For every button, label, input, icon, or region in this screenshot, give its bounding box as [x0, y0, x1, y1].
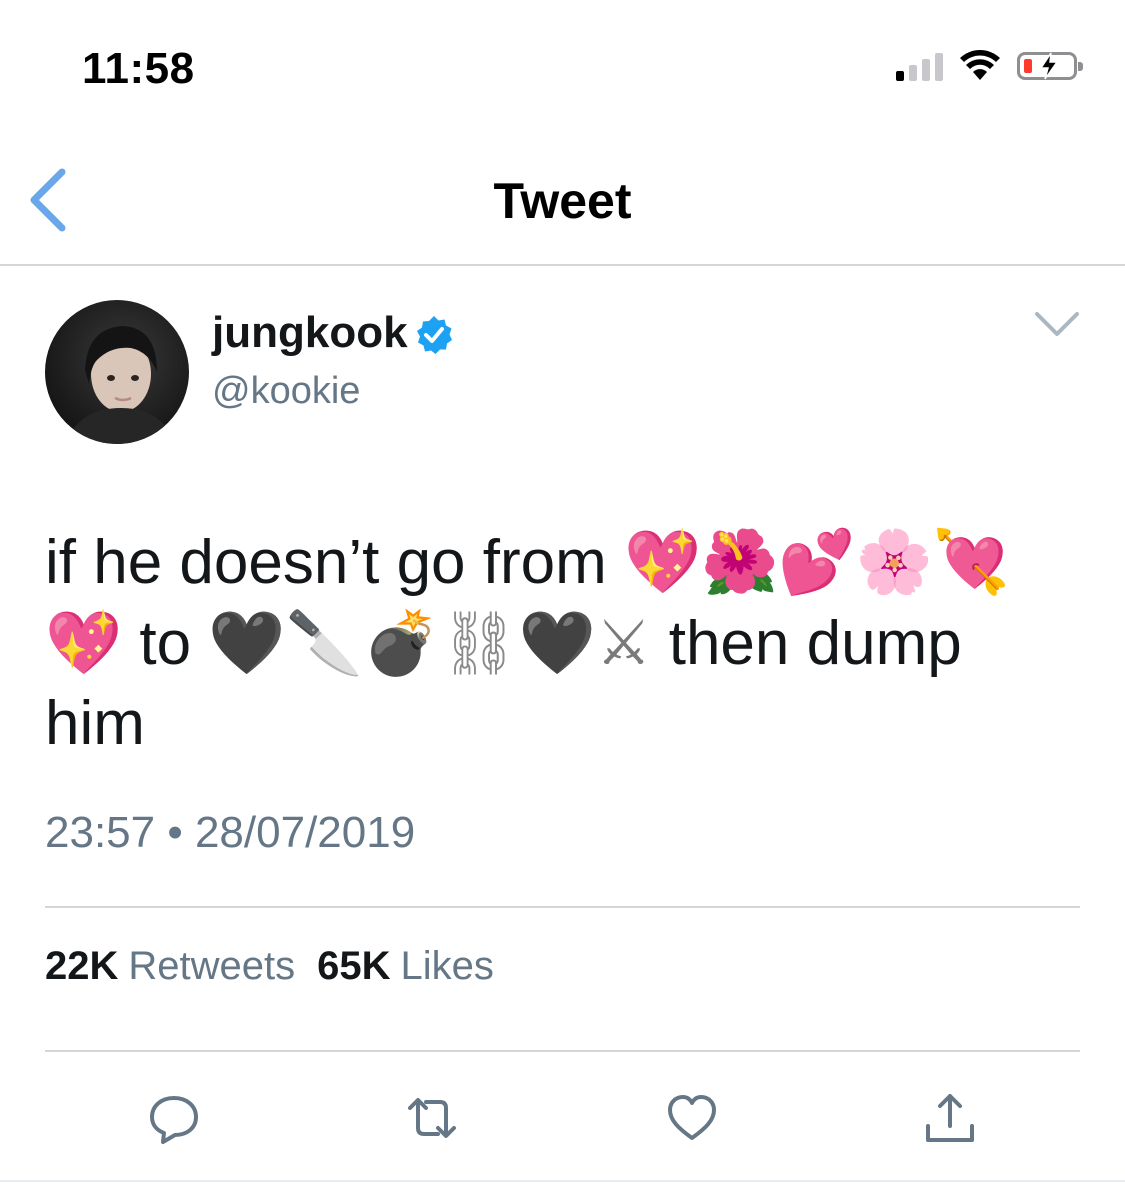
tweet-timestamp[interactable]: 23:57 • 28/07/2019 [45, 808, 415, 858]
retweet-icon[interactable] [404, 1090, 460, 1146]
battery-icon [1017, 52, 1083, 80]
tweet-stats: 22K Retweets 65K Likes [45, 944, 494, 989]
chains-emoji: ⛓ [439, 606, 519, 679]
text-segment: then dump [651, 609, 962, 678]
text-segment: him [45, 689, 145, 758]
bomb-emoji: 💣 [362, 606, 440, 679]
author-name-row[interactable]: jungkook [212, 308, 454, 358]
likes-label: Likes [400, 944, 494, 988]
nav-divider [0, 264, 1125, 266]
reply-icon[interactable] [146, 1090, 202, 1146]
text-segment: if he doesn’t go from [45, 528, 624, 597]
handle[interactable]: @kookie [212, 370, 360, 413]
divider [45, 906, 1080, 908]
avatar[interactable] [45, 300, 189, 444]
status-time: 11:58 [82, 44, 195, 93]
share-icon[interactable] [922, 1090, 978, 1146]
verified-badge-icon [416, 316, 452, 354]
crossed-swords-emoji: ⚔ [595, 606, 652, 679]
bottom-divider [0, 1180, 1125, 1182]
text-segment: to [122, 609, 209, 678]
retweets-count: 22K [45, 944, 119, 988]
black-heart-emoji: 🖤 [208, 606, 286, 679]
tweet-text-line: 💖 to 🖤🔪💣⛓🖤⚔ then dump [45, 603, 1085, 684]
sparkling-heart-emoji: 💖 [45, 606, 123, 679]
tweet-text-line: him [45, 684, 1085, 764]
likes-stat[interactable]: 65K Likes [317, 944, 494, 989]
tweet-text: if he doesn’t go from 💖🌺💕🌸💘 💖 to 🖤🔪💣⛓🖤⚔ … [45, 522, 1085, 764]
wifi-icon [960, 50, 1000, 80]
display-name[interactable]: jungkook [212, 308, 408, 358]
sparkling-heart-emoji: 💖 [623, 525, 702, 598]
nav-title: Tweet [493, 173, 632, 229]
tweet-text-line: if he doesn’t go from 💖🌺💕🌸💘 [45, 522, 1085, 603]
two-hearts-emoji: 💕 [778, 525, 856, 598]
cherry-blossom-emoji: 🌸 [855, 525, 933, 598]
retweets-stat[interactable]: 22K Retweets [45, 944, 295, 989]
heart-with-arrow-emoji: 💘 [932, 525, 1010, 598]
chevron-down-icon[interactable] [1033, 306, 1081, 342]
like-icon[interactable] [664, 1090, 720, 1146]
status-icons [896, 50, 1083, 82]
retweets-label: Retweets [128, 944, 296, 988]
signal-icon [896, 51, 943, 81]
hibiscus-emoji: 🌺 [701, 525, 779, 598]
black-heart-emoji: 🖤 [518, 606, 596, 679]
divider [45, 1050, 1080, 1052]
knife-emoji: 🔪 [285, 606, 363, 679]
likes-count: 65K [317, 944, 391, 988]
